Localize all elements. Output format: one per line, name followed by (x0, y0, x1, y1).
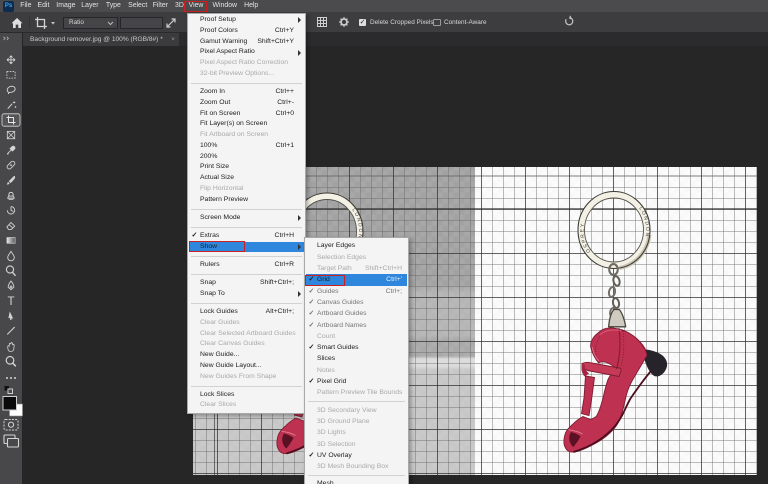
svg-text:T: T (7, 296, 14, 308)
